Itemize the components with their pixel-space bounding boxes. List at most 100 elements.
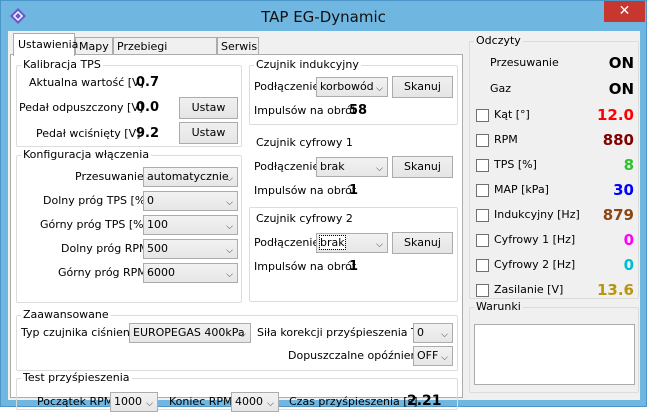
start-rpm-label: Początek RPM: [37, 395, 114, 408]
delay-select[interactable]: OFF ⌵: [413, 346, 453, 366]
accel-time-label: Czas przyśpieszenia [s]: [289, 395, 418, 408]
group-title: Test przyśpieszenia: [21, 371, 132, 384]
upper-rpm-label: Górny próg RPM: [58, 266, 147, 279]
end-rpm-select[interactable]: 4000 ⌵: [231, 392, 279, 412]
shift-select[interactable]: automatycznie ⌵: [143, 167, 238, 187]
connection-select[interactable]: brak ⌵: [316, 157, 388, 177]
chevron-down-icon: ⌵: [376, 164, 383, 174]
pedal-released-value: 0.0: [136, 100, 160, 115]
lower-tps-select[interactable]: 0 ⌵: [143, 191, 238, 211]
chevron-down-icon: ⌵: [226, 246, 233, 256]
end-rpm-label: Koniec RPM: [169, 395, 233, 408]
tab-mapy[interactable]: Mapy: [75, 37, 113, 55]
reading-label: Indukcyjny [Hz]: [494, 208, 580, 221]
start-rpm-select[interactable]: 1000 ⌵: [110, 392, 158, 412]
reading-label: MAP [kPa]: [494, 183, 549, 196]
advanced-group: Zaawansowane Typ czujnika ciśnienia EURO…: [16, 308, 458, 371]
shift-label: Przesuwanie: [75, 170, 144, 183]
reading-label: TPS [%]: [494, 158, 537, 171]
main-window: TAP EG-Dynamic ✕ Ustawienia Mapy Przebie…: [0, 0, 647, 412]
scan-button[interactable]: Skanuj: [392, 156, 453, 178]
current-value: 0.7: [136, 75, 160, 90]
tps-calibration-group: Kalibracja TPS Aktualna wartość [V] 0.7 …: [16, 58, 242, 147]
tab-ustawienia[interactable]: Ustawienia: [13, 33, 78, 56]
chevron-down-icon: ⌵: [376, 84, 383, 94]
connection-select[interactable]: brak ⌵: [316, 233, 388, 253]
reading-value: 879: [602, 206, 634, 224]
chevron-down-icon: ⌵: [376, 240, 383, 250]
delay-label: Dopuszczalne opóźnienie: [288, 349, 428, 362]
title-bar[interactable]: TAP EG-Dynamic ✕: [1, 1, 646, 31]
chevron-down-icon: ⌵: [146, 399, 153, 409]
connection-label: Podłączenie: [254, 236, 320, 249]
reading-checkbox[interactable]: [476, 209, 489, 222]
reading-checkbox[interactable]: [476, 184, 489, 197]
tps-correction-select[interactable]: 0 ⌵: [413, 323, 453, 343]
reading-value: 880: [602, 131, 634, 149]
pulses-label: Impulsów na obrót: [254, 184, 357, 197]
activation-config-group: Konfiguracja włączenia Przesuwanie autom…: [16, 148, 242, 303]
reading-value: 0: [623, 256, 634, 274]
set-pressed-button[interactable]: Ustaw: [179, 122, 238, 144]
group-title: Czujnik cyfrowy 2: [254, 212, 355, 225]
scan-button[interactable]: Skanuj: [392, 232, 453, 254]
tps-correction-label: Siła korekcji przyśpieszenia TPS: [257, 326, 432, 339]
reading-value: 8: [623, 156, 634, 174]
reading-checkbox[interactable]: [476, 134, 489, 147]
tab-serwis[interactable]: Serwis: [217, 37, 259, 55]
pulses-value: 58: [349, 103, 368, 118]
group-title: Odczyty: [474, 34, 523, 47]
digital-sensor-2-group: Czujnik cyfrowy 2 Podłączenie brak ⌵ Skan…: [249, 207, 458, 302]
reading-checkbox[interactable]: [476, 109, 489, 122]
reading-value: 13.6: [596, 281, 634, 299]
group-title: Kalibracja TPS: [21, 58, 103, 71]
tab-przebiegi[interactable]: Przebiegi sygnałów: [113, 37, 217, 70]
pressure-sensor-select[interactable]: EUROPEGAS 400kPa ⌵: [129, 323, 251, 343]
chevron-down-icon: ⌵: [226, 222, 233, 232]
window-title: TAP EG-Dynamic: [261, 8, 386, 26]
pressure-sensor-label: Typ czujnika ciśnienia: [21, 326, 140, 339]
chevron-down-icon: ⌵: [239, 330, 246, 340]
inductive-sensor-group: Czujnik indukcyjny Podłączenie korbowód ⌵…: [249, 58, 458, 125]
client-area: Ustawienia Mapy Przebiegi sygnałów Serwi…: [8, 31, 640, 412]
scan-button[interactable]: Skanuj: [392, 76, 453, 98]
gas-status-value: ON: [608, 80, 634, 98]
reading-label: Cyfrowy 1 [Hz]: [494, 233, 576, 246]
reading-label: Cyfrowy 2 [Hz]: [494, 258, 576, 271]
set-released-button[interactable]: Ustaw: [179, 97, 238, 119]
pedal-pressed-value: 9.2: [136, 126, 160, 141]
reading-label: Zasilanie [V]: [494, 283, 564, 296]
chevron-down-icon: ⌵: [267, 399, 274, 409]
pedal-released-label: Pedał odpuszczony [V]: [19, 101, 144, 114]
lower-rpm-label: Dolny próg RPM: [61, 242, 149, 255]
reading-value: 0: [623, 231, 634, 249]
connection-label: Podłączenie: [254, 160, 320, 173]
upper-tps-select[interactable]: 100 ⌵: [143, 215, 238, 235]
shift-status-value: ON: [608, 54, 634, 72]
group-title: Konfiguracja włączenia: [21, 148, 152, 161]
chevron-down-icon: ⌵: [441, 330, 448, 340]
group-title: Czujnik cyfrowy 1: [254, 136, 355, 149]
reading-checkbox[interactable]: [476, 234, 489, 247]
close-button[interactable]: ✕: [604, 1, 645, 22]
readings-group: Odczyty Przesuwanie ON Gaz ON Kąt [°] 12.…: [469, 34, 639, 299]
reading-label: Kąt [°]: [494, 108, 530, 121]
lower-tps-label: Dolny próg TPS [%]: [43, 194, 150, 207]
conditions-group: Warunki: [469, 300, 639, 393]
group-title: Czujnik indukcyjny: [254, 58, 361, 71]
pulses-value: 1: [349, 259, 359, 274]
connection-select[interactable]: korbowód ⌵: [316, 77, 388, 97]
reading-checkbox[interactable]: [476, 159, 489, 172]
group-title: Zaawansowane: [21, 308, 111, 321]
upper-tps-label: Górny próg TPS [%]: [40, 218, 148, 231]
settings-panel: Kalibracja TPS Aktualna wartość [V] 0.7 …: [10, 54, 463, 412]
gas-status-label: Gaz: [490, 82, 512, 95]
reading-checkbox[interactable]: [476, 284, 489, 297]
chevron-down-icon: ⌵: [226, 174, 233, 184]
current-value-label: Aktualna wartość [V]: [29, 76, 144, 89]
reading-checkbox[interactable]: [476, 259, 489, 272]
lower-rpm-select[interactable]: 500 ⌵: [143, 239, 238, 259]
digital-sensor-1-group: Czujnik cyfrowy 1 Podłączenie brak ⌵ Skan…: [249, 135, 458, 207]
connection-label: Podłączenie: [254, 80, 320, 93]
upper-rpm-select[interactable]: 6000 ⌵: [143, 263, 238, 283]
